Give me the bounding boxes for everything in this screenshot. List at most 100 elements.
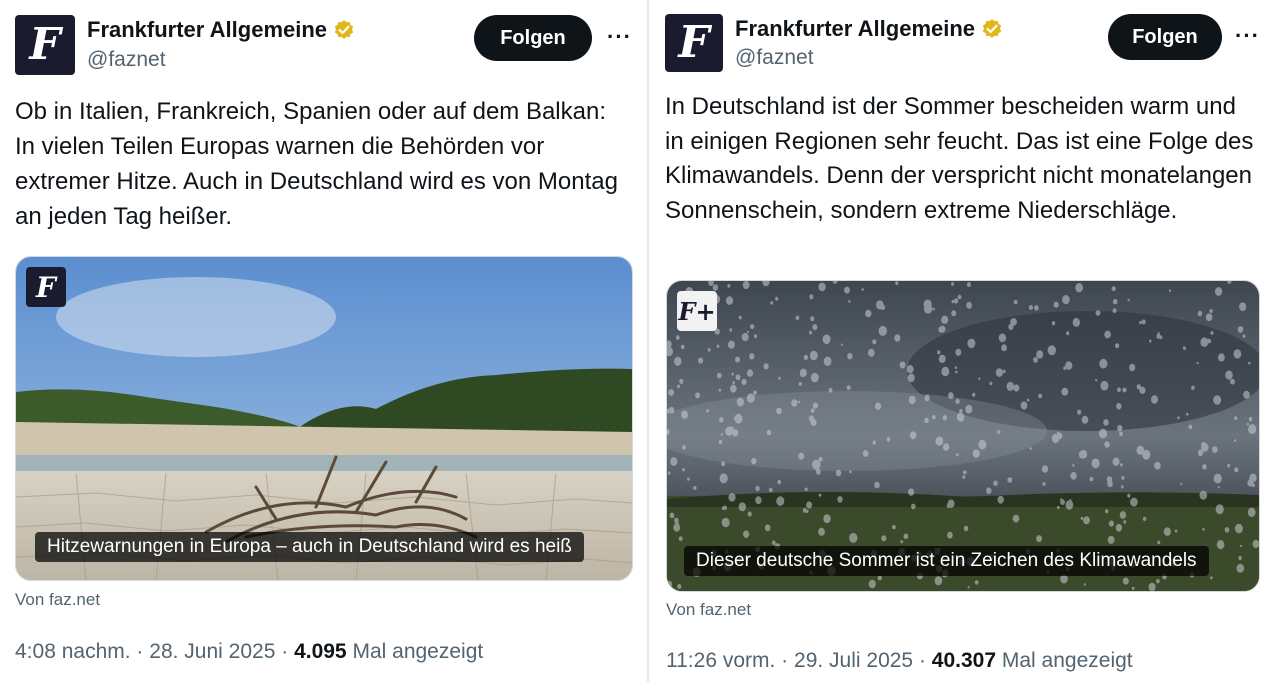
raindrop (1243, 390, 1250, 399)
raindrop (911, 503, 916, 510)
raindrop (1142, 516, 1147, 521)
account-name[interactable]: Frankfurter Allgemeine (87, 17, 355, 43)
raindrop (1008, 323, 1014, 330)
tweet-time[interactable]: 4:08 nachm. (15, 640, 131, 663)
card-source[interactable]: Von faz.net (666, 600, 751, 620)
raindrop (730, 384, 737, 393)
raindrop (755, 496, 762, 505)
raindrop (712, 284, 719, 291)
tweet-time[interactable]: 11:26 vorm. (666, 649, 775, 672)
raindrop (1020, 401, 1028, 410)
raindrop (1148, 582, 1156, 591)
account-avatar[interactable]: F (15, 15, 75, 75)
meta-separator: · (918, 649, 926, 672)
raindrop (768, 487, 773, 493)
raindrop (707, 348, 711, 352)
raindrop (800, 371, 805, 378)
raindrop (895, 281, 899, 286)
raindrop (706, 409, 709, 413)
more-options-icon[interactable]: ··· (607, 24, 632, 50)
raindrop (746, 369, 754, 377)
tweet-date[interactable]: 29. Juli 2025 (794, 649, 913, 672)
account-handle[interactable]: @faznet (87, 48, 166, 72)
raindrop (1201, 443, 1209, 452)
raindrop (1238, 555, 1242, 561)
raindrop (993, 480, 998, 486)
raindrop (1121, 476, 1125, 480)
raindrop (723, 505, 727, 511)
more-options-icon[interactable]: ··· (1235, 23, 1260, 49)
raindrop (997, 430, 1001, 434)
raindrop (1199, 490, 1208, 500)
raindrop (809, 294, 814, 300)
account-avatar[interactable]: F (665, 14, 723, 72)
raindrop (1034, 305, 1039, 311)
raindrop (795, 315, 800, 320)
raindrop (742, 281, 750, 290)
account-name[interactable]: Frankfurter Allgemeine (735, 16, 1003, 42)
raindrop (1122, 387, 1127, 393)
raindrop (810, 372, 819, 383)
raindrop (872, 440, 876, 445)
raindrop (1117, 387, 1121, 393)
raindrop (798, 382, 802, 386)
raindrop (1207, 338, 1212, 344)
raindrop (924, 394, 930, 402)
raindrop (818, 493, 822, 497)
raindrop (738, 315, 742, 320)
raindrop (746, 330, 749, 334)
raindrop (812, 459, 821, 470)
raindrop (1209, 309, 1213, 313)
tweet-2: F Frankfurter Allgemeine @faznet Folgen … (649, 0, 1280, 682)
raindrop (1180, 482, 1183, 486)
raindrop (880, 304, 886, 310)
raindrop (1072, 464, 1075, 467)
follow-button[interactable]: Folgen (474, 15, 592, 61)
raindrop (978, 377, 981, 380)
raindrop (798, 400, 801, 404)
raindrop (1083, 516, 1090, 525)
raindrop (1065, 500, 1074, 510)
raindrop (1233, 349, 1242, 359)
raindrop (1077, 409, 1082, 415)
raindrop (1007, 477, 1013, 483)
raindrop (951, 310, 957, 317)
raindrop (764, 524, 771, 532)
raindrop (729, 328, 733, 332)
tweet-date[interactable]: 28. Juni 2025 (149, 640, 275, 663)
raindrop (1122, 577, 1129, 585)
account-handle[interactable]: @faznet (735, 46, 814, 70)
raindrop (1103, 419, 1109, 426)
raindrop (670, 457, 678, 466)
raindrop (1042, 482, 1046, 486)
raindrop (1036, 350, 1044, 359)
view-count: 40.307 (931, 649, 997, 672)
raindrop (1156, 579, 1160, 584)
raindrop (1095, 378, 1098, 382)
raindrop (669, 512, 675, 519)
tweet-1: F Frankfurter Allgemeine @faznet Folgen … (0, 0, 647, 682)
raindrop (721, 517, 730, 528)
raindrop (1196, 361, 1199, 365)
raindrop (1091, 458, 1100, 469)
raindrop (908, 395, 916, 405)
card-source[interactable]: Von faz.net (15, 590, 100, 610)
raindrop (941, 366, 950, 377)
meta-separator: · (281, 640, 289, 663)
raindrop (907, 373, 915, 383)
raindrop (687, 477, 690, 481)
raindrop (1115, 343, 1120, 349)
raindrop (1215, 504, 1224, 515)
raindrop (1234, 523, 1243, 534)
raindrop (1127, 493, 1131, 498)
raindrop (1117, 425, 1123, 432)
link-card[interactable]: F Hitzewarnungen in Europa – auch in Deu… (15, 256, 633, 581)
raindrop (1130, 497, 1138, 507)
raindrop (719, 473, 728, 484)
follow-button[interactable]: Folgen (1108, 14, 1222, 60)
raindrop (947, 531, 953, 539)
link-card[interactable]: F+ Dieser deutsche Sommer ist ein Zeiche… (666, 280, 1260, 592)
raindrop (1191, 385, 1195, 390)
raindrop (777, 479, 781, 485)
raindrop (1154, 461, 1161, 470)
